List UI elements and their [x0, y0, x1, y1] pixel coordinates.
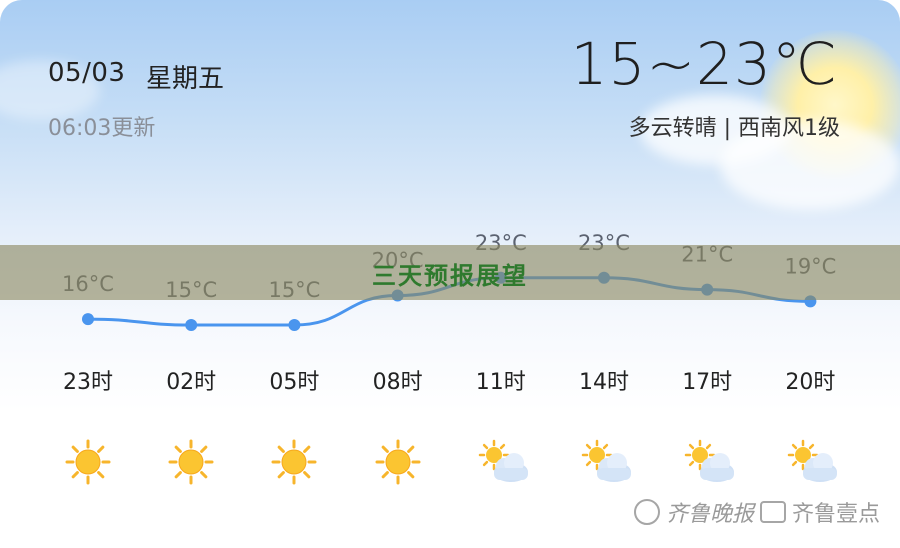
forecast-banner-title[interactable]: 三天预报展望 — [0, 256, 900, 291]
brand-logo-icon — [634, 499, 660, 525]
watermark-brand-2: 齐鲁壹点 — [792, 502, 881, 527]
hour-label: 02时 — [166, 370, 216, 395]
partly-cloudy-icon — [580, 438, 634, 490]
temperature-point — [288, 319, 301, 331]
hour-label: 14时 — [579, 370, 629, 395]
sun-icon — [64, 438, 112, 490]
hour-label: 23时 — [63, 370, 113, 395]
sun-icon — [374, 438, 422, 490]
watermark-brand-1: 齐鲁晚报 — [666, 502, 755, 527]
hour-label: 11时 — [476, 370, 526, 395]
sun-icon — [167, 438, 215, 490]
hour-label: 20时 — [785, 370, 835, 395]
temperature-point — [185, 319, 198, 331]
hour-label: 08时 — [373, 370, 423, 395]
hour-label: 17时 — [682, 370, 732, 395]
partly-cloudy-icon — [477, 438, 531, 490]
watermark: 齐鲁晚报 齐鲁壹点 — [634, 496, 880, 528]
hour-label: 05时 — [269, 370, 319, 395]
brand-box-icon — [760, 501, 787, 523]
weather-card: 05/03 星期五 06:03更新 15~23℃ 多云转晴 | 西南风1级 16… — [0, 0, 900, 548]
partly-cloudy-icon — [786, 438, 840, 490]
sun-icon — [270, 438, 318, 490]
partly-cloudy-icon — [683, 438, 737, 490]
temperature-point — [82, 313, 94, 326]
